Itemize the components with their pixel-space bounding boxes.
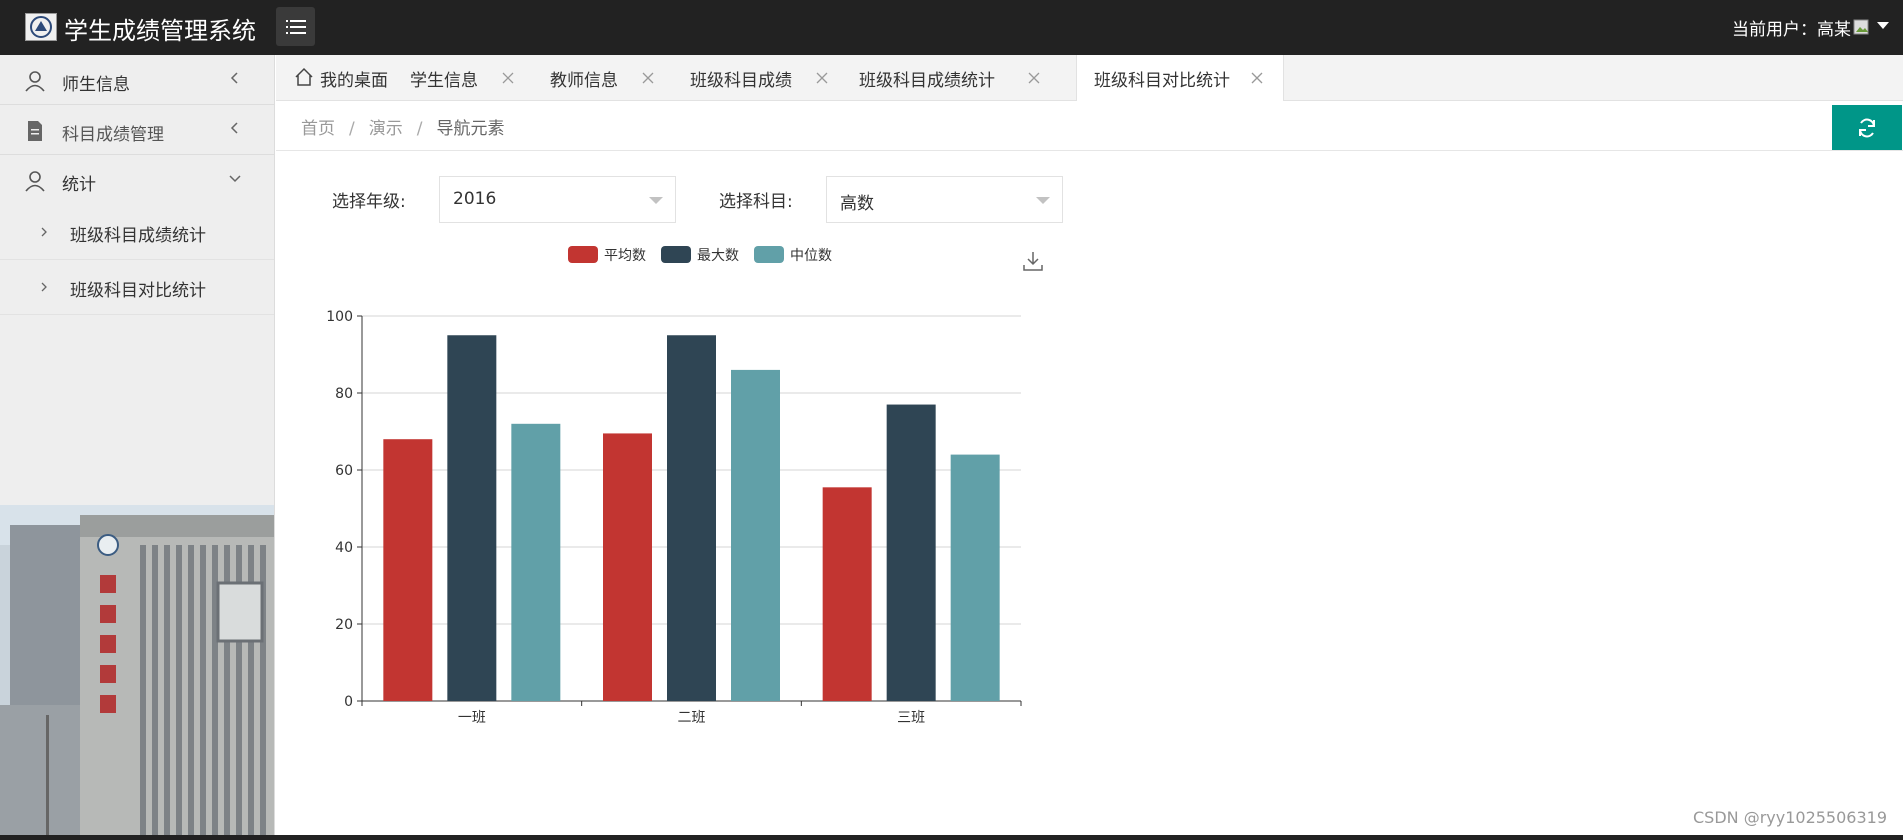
y-tick-label: 40 [335, 540, 353, 556]
tab-teacher-info[interactable]: 教师信息 [536, 55, 676, 101]
y-tick-label: 60 [335, 463, 353, 479]
sidebar: 师生信息 科目成绩管理 统计 班级科目成绩统计 班级科目对比统计 [0, 55, 275, 835]
subject-filter-label: 选择科目: [719, 192, 793, 212]
chevron-right-icon [41, 227, 47, 237]
app-title: 学生成绩管理系统 [64, 17, 256, 45]
breadcrumb-home-link[interactable]: 首页 [301, 119, 335, 139]
tab-label: 教师信息 [550, 71, 618, 91]
sidebar-item-score-management[interactable]: 科目成绩管理 [0, 105, 274, 155]
tab-my-desktop[interactable]: 我的桌面 [276, 55, 396, 101]
tab-label: 班级科目成绩统计 [859, 71, 995, 91]
bottom-strip [0, 835, 1903, 840]
close-icon[interactable] [502, 72, 514, 84]
legend-swatch [568, 246, 598, 263]
breadcrumb-current: 导航元素 [436, 119, 505, 139]
close-icon[interactable] [816, 72, 828, 84]
user-icon [25, 171, 45, 192]
top-header: 学生成绩管理系统 当前用户：高某 [0, 0, 1903, 55]
bar [511, 423, 561, 701]
y-tick-label: 0 [344, 694, 353, 710]
watermark: CSDN @ryy1025506319 [1692, 808, 1887, 827]
breadcrumb-demo-link[interactable]: 演示 [369, 119, 403, 139]
legend-label: 中位数 [790, 248, 832, 264]
campus-building-photo [0, 505, 274, 835]
bar [667, 335, 716, 701]
tab-label: 班级科目对比统计 [1094, 71, 1230, 91]
tab-bar: 我的桌面 学生信息 教师信息 班级科目成绩 班级科目成绩统计 班级科目对比统计 [276, 55, 1903, 102]
sidebar-item-label: 统计 [62, 175, 96, 195]
breadcrumb-separator: / [349, 119, 355, 139]
sidebar-item-people-info[interactable]: 师生信息 [0, 55, 274, 105]
sidebar-subitem-label: 班级科目成绩统计 [70, 226, 206, 246]
download-icon[interactable] [1022, 250, 1044, 272]
sidebar-subitem-class-compare-stats[interactable]: 班级科目对比统计 [0, 260, 274, 315]
user-dropdown-caret-icon [1877, 21, 1889, 29]
list-icon [285, 19, 306, 34]
subject-select-value: 高数 [840, 194, 874, 214]
sidebar-subitem-class-score-stats[interactable]: 班级科目成绩统计 [0, 205, 274, 260]
tab-class-subject-scores[interactable]: 班级科目成绩 [676, 55, 850, 101]
sidebar-subitem-label: 班级科目对比统计 [70, 281, 206, 301]
y-tick-label: 100 [326, 309, 353, 325]
document-icon [28, 121, 42, 141]
refresh-button[interactable] [1832, 105, 1902, 150]
chevron-left-icon [230, 72, 238, 84]
bar [383, 439, 433, 701]
caret-down-icon [649, 197, 663, 204]
bar [822, 487, 872, 701]
tab-class-subject-score-stats[interactable]: 班级科目成绩统计 [850, 55, 1060, 101]
chevron-left-icon [230, 122, 238, 134]
breadcrumb-separator: / [416, 119, 423, 139]
grade-select-value: 2016 [453, 189, 497, 209]
grade-filter-label: 选择年级: [332, 192, 406, 212]
x-tick-label: 一班 [458, 710, 486, 726]
legend-label: 平均数 [604, 248, 646, 264]
grade-select[interactable]: 2016 [439, 176, 676, 223]
sidebar-item-label: 科目成绩管理 [62, 125, 164, 145]
close-icon[interactable] [642, 72, 654, 84]
legend-swatch [661, 246, 691, 263]
bar-chart: 0 20 40 60 80 100 一班 二班 三班 平均数 最大数 中位数 [326, 246, 1022, 726]
caret-down-icon [1036, 197, 1050, 204]
tab-label: 我的桌面 [320, 71, 388, 91]
bar [603, 433, 652, 701]
legend-label: 最大数 [697, 248, 739, 264]
subject-select[interactable]: 高数 [826, 176, 1063, 223]
user-icon [25, 71, 45, 92]
close-icon[interactable] [1251, 72, 1263, 84]
sidebar-item-statistics[interactable]: 统计 [0, 155, 274, 205]
y-tick-label: 80 [335, 386, 353, 402]
close-icon[interactable] [1028, 72, 1040, 84]
refresh-icon [1859, 118, 1875, 137]
x-tick-label: 三班 [897, 710, 925, 726]
tab-label: 班级科目成绩 [690, 71, 792, 91]
y-tick-label: 20 [335, 617, 353, 633]
tab-class-subject-compare-stats[interactable]: 班级科目对比统计 [1076, 55, 1284, 102]
current-user-label: 当前用户：高某 [1732, 20, 1851, 40]
bar [886, 404, 936, 701]
home-icon [295, 67, 313, 86]
tab-student-info[interactable]: 学生信息 [396, 55, 536, 101]
user-menu[interactable]: 当前用户：高某 [1732, 15, 1889, 40]
tab-label: 学生信息 [410, 71, 478, 91]
breadcrumb: 首页 / 演示 / 导航元素 [276, 101, 1903, 151]
broken-image-icon [1853, 19, 1869, 34]
legend-swatch [754, 246, 784, 263]
sidebar-item-label: 师生信息 [62, 75, 130, 95]
chevron-down-icon [229, 175, 241, 183]
bar [950, 454, 1000, 701]
menu-toggle-button[interactable] [276, 7, 315, 46]
school-logo-icon [25, 13, 57, 41]
bar [447, 335, 497, 701]
chevron-right-icon [41, 282, 47, 292]
x-tick-label: 二班 [678, 710, 706, 726]
bar [731, 369, 780, 701]
